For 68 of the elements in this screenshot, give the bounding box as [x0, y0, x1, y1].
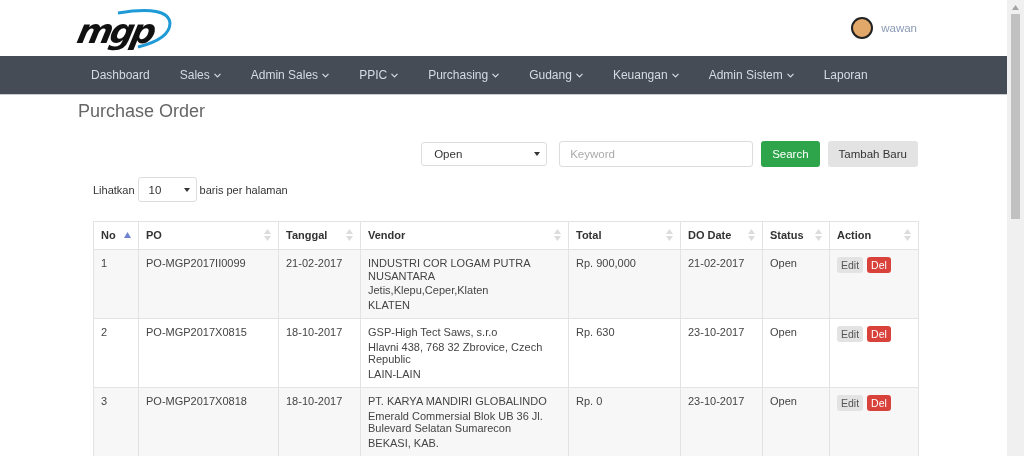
nav-menu-item[interactable]: PPIC: [344, 56, 414, 94]
dropdown-caret-icon: [534, 152, 541, 156]
keyword-field[interactable]: Keyword: [559, 141, 754, 167]
table-cell-text: 1: [101, 257, 108, 269]
column-header[interactable]: Action: [837, 229, 872, 241]
delete-button[interactable]: Del: [867, 326, 891, 342]
table-cell-text: 21-02-2017: [688, 257, 745, 269]
vendor-text: Jetis,Klepu,Ceper,Klaten: [368, 284, 490, 297]
table-cell-text: PO-MGP2017II0099: [146, 257, 246, 269]
dropdown-caret-icon: [183, 187, 190, 192]
scrollbar-up-icon[interactable]: [1012, 5, 1019, 10]
table-cell-text: Rp. 630: [576, 326, 615, 338]
page-size-select[interactable]: 10: [137, 177, 197, 202]
nav-menu-item[interactable]: Laporan: [808, 56, 883, 94]
table-cell-text: Open: [770, 395, 797, 407]
column-header[interactable]: Vendor: [368, 229, 406, 241]
user-avatar[interactable]: [851, 17, 874, 39]
edit-button[interactable]: Edit: [837, 395, 864, 411]
table-cell-text: 18-10-2017: [286, 395, 343, 407]
page-size-label: Lihatkan: [93, 183, 135, 196]
table-cell-text: Rp. 0: [576, 395, 603, 407]
sort-icon[interactable]: [904, 229, 911, 241]
vendor-text: Hlavni 438, 768 32 Zbrovice, Czech Republic: [368, 340, 544, 366]
nav-menu-item[interactable]: Admin Sales: [235, 56, 345, 94]
nav-menu-item[interactable]: Keuangan: [597, 56, 694, 94]
nav-menu-item[interactable]: Gudang: [514, 56, 598, 94]
nav-menu-item[interactable]: Admin Sistem: [693, 56, 809, 94]
edit-button[interactable]: Edit: [837, 326, 864, 342]
table-cell-text: PO-MGP2017X0818: [146, 395, 247, 407]
delete-button[interactable]: Del: [867, 395, 891, 411]
table-cell-text: 23-10-2017: [688, 395, 745, 407]
company-logo[interactable]: mgp: [78, 5, 173, 51]
sort-icon[interactable]: [554, 229, 561, 241]
vendor-text: INDUSTRI COR LOGAM PUTRA NUSANTARA: [368, 257, 532, 282]
table-cell-text: Open: [770, 326, 797, 338]
edit-button[interactable]: Edit: [837, 257, 864, 273]
vendor-text: BEKASI, KAB.: [368, 436, 440, 449]
vendor-text: Emerald Commersial Blok UB 36 Jl. Bulevard Selatan Sumarecon: [368, 409, 544, 435]
column-header[interactable]: Total: [576, 229, 602, 241]
nav-menu-item[interactable]: Dashboard: [78, 56, 165, 94]
table-cell-text: 2: [101, 326, 108, 338]
vendor-text: PT. KARYA MANDIRI GLOBALINDO: [368, 395, 548, 408]
table-cell-text: PO-MGP2017X0815: [146, 326, 247, 338]
page-size-label: baris per halaman: [199, 183, 288, 196]
delete-button[interactable]: Del: [867, 257, 891, 273]
page-title: Purchase Order: [78, 101, 207, 122]
sort-icon[interactable]: [815, 229, 822, 241]
nav-menu-item[interactable]: Purchasing: [413, 56, 515, 94]
table-cell-text: 23-10-2017: [688, 326, 745, 338]
vendor-text: GSP-High Tect Saws, s.r.o: [368, 326, 499, 339]
table-cell-text: Rp. 900,000: [576, 257, 636, 269]
column-header[interactable]: PO: [146, 229, 162, 241]
table-cell-text: Open: [770, 257, 797, 269]
sort-icon[interactable]: [346, 229, 353, 241]
column-header[interactable]: No: [101, 229, 116, 241]
table-cell-text: 21-02-2017: [286, 257, 343, 269]
vendor-text: LAIN-LAIN: [368, 367, 422, 380]
vendor-text: KLATEN: [368, 298, 411, 311]
sort-icon[interactable]: [748, 229, 755, 241]
sort-icon[interactable]: [264, 229, 271, 241]
nav-menu-item[interactable]: Sales: [164, 56, 236, 94]
sort-ascending-icon[interactable]: [124, 232, 131, 238]
table-cell-text: 18-10-2017: [286, 326, 343, 338]
status-select[interactable]: Open: [421, 142, 548, 166]
add-new-button[interactable]: Tambah Baru: [827, 141, 918, 167]
sort-icon[interactable]: [666, 229, 673, 241]
table-cell-text: 3: [101, 395, 108, 407]
scrollbar-thumb[interactable]: [1011, 14, 1020, 219]
